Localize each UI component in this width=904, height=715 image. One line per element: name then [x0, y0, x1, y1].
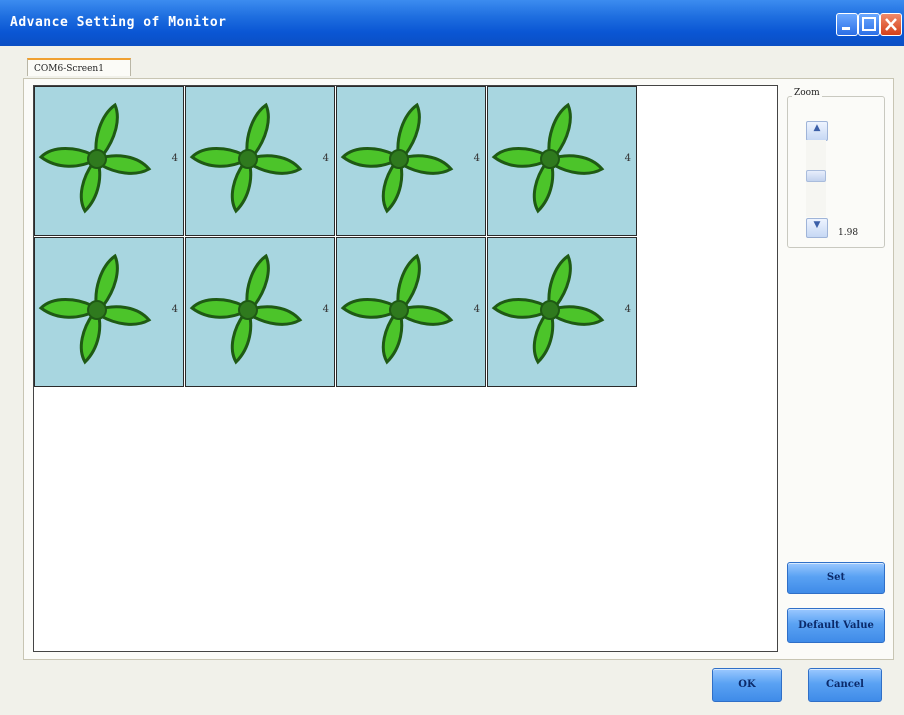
screen-cell[interactable]: 4 [336, 86, 486, 236]
monitor-canvas[interactable]: 4 4 4 4 4 4 4 4 [33, 85, 778, 652]
zoom-group [787, 96, 885, 248]
default-value-button[interactable]: Default Value [787, 608, 885, 643]
screen-cell[interactable]: 4 [487, 237, 637, 387]
cell-label: 4 [624, 153, 631, 164]
fan-icon [491, 102, 605, 214]
chevron-down-icon: ▼ [813, 220, 821, 230]
maximize-button[interactable] [858, 13, 880, 36]
ok-button[interactable]: OK [712, 668, 782, 702]
close-button[interactable] [880, 13, 902, 36]
fan-icon [189, 253, 303, 365]
title-bar[interactable]: Advance Setting of Monitor [0, 0, 904, 46]
fan-icon [491, 253, 605, 365]
cell-label: 4 [171, 153, 178, 164]
screen-cell[interactable]: 4 [34, 86, 184, 236]
cell-label: 4 [322, 153, 329, 164]
zoom-slider-thumb[interactable] [806, 170, 826, 182]
screen-cell[interactable]: 4 [185, 237, 335, 387]
chevron-up-icon: ▲ [813, 123, 821, 133]
cell-label: 4 [473, 304, 480, 315]
maximize-icon [862, 17, 876, 31]
zoom-value: 1.98 [838, 228, 859, 238]
zoom-label: Zoom [792, 88, 822, 98]
set-button[interactable]: Set [787, 562, 885, 594]
fan-icon [340, 102, 454, 214]
close-icon [885, 18, 897, 31]
cancel-button[interactable]: Cancel [808, 668, 882, 702]
cell-label: 4 [171, 304, 178, 315]
zoom-up-button[interactable]: ▲ [806, 121, 828, 141]
cell-label: 4 [624, 304, 631, 315]
cell-label: 4 [473, 153, 480, 164]
window-title: Advance Setting of Monitor [10, 15, 227, 30]
screen-cell[interactable]: 4 [487, 86, 637, 236]
screen-cell[interactable]: 4 [34, 237, 184, 387]
zoom-down-button[interactable]: ▼ [806, 218, 828, 238]
screen-cell[interactable]: 4 [336, 237, 486, 387]
advance-setting-window: Advance Setting of Monitor COM6-Screen1 … [0, 0, 904, 715]
cell-label: 4 [322, 304, 329, 315]
minimize-icon [842, 27, 850, 30]
fan-icon [340, 253, 454, 365]
fan-icon [38, 253, 152, 365]
fan-icon [38, 102, 152, 214]
minimize-button[interactable] [836, 13, 858, 36]
tab-com6-screen1[interactable]: COM6-Screen1 [27, 58, 131, 76]
fan-icon [189, 102, 303, 214]
screen-cell[interactable]: 4 [185, 86, 335, 236]
